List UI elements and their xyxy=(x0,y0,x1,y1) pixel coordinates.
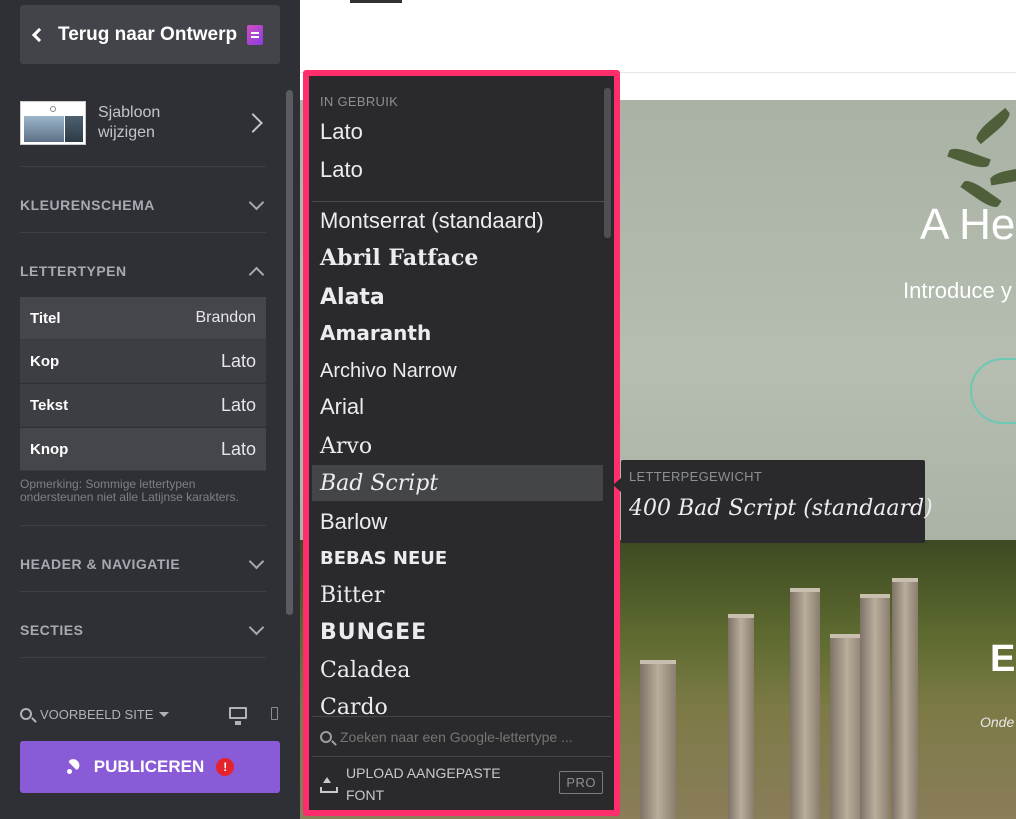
hero-subtitle: Introduce y xyxy=(903,278,1012,303)
font-row-value: Brandon xyxy=(195,309,257,326)
change-template-button[interactable]: Sjabloon wijzigen xyxy=(20,100,266,146)
document-icon xyxy=(247,24,264,45)
section-fonts-label: LETTERTYPEN xyxy=(20,263,127,279)
font-option[interactable]: Bitter xyxy=(312,577,603,613)
section-sections-label: SECTIES xyxy=(20,622,84,638)
font-row-button[interactable]: Knop Lato xyxy=(20,428,266,471)
popup-arrow xyxy=(613,478,621,492)
font-list-scrollbar[interactable] xyxy=(604,88,611,238)
font-search-bar xyxy=(312,716,611,756)
section-fonts[interactable]: LETTERTYPEN xyxy=(20,261,266,282)
font-option[interactable]: Arial xyxy=(312,389,603,425)
font-option[interactable]: Caladea xyxy=(312,652,603,688)
chevron-down-icon xyxy=(248,553,265,569)
alert-icon: ! xyxy=(216,758,235,776)
font-picker-dropdown: IN GEBRUIK Lato Lato Montserrat (standaa… xyxy=(303,70,620,816)
upload-icon xyxy=(320,776,338,793)
font-row-title[interactable]: Titel Brandon xyxy=(20,297,266,340)
sidebar-scrollbar[interactable] xyxy=(286,90,293,615)
divider xyxy=(312,201,611,202)
rocket-icon xyxy=(66,759,82,775)
font-option[interactable]: Archivo Narrow xyxy=(312,353,603,389)
publish-button[interactable]: PUBLICEREN ! xyxy=(20,741,280,793)
font-option[interactable]: Arvo xyxy=(312,428,603,464)
search-icon xyxy=(320,730,332,743)
font-row-value: Lato xyxy=(220,350,256,371)
section-color-scheme[interactable]: KLEURENSCHEMA xyxy=(20,194,266,215)
section-color-scheme-label: KLEURENSCHEMA xyxy=(20,197,155,213)
change-template-label: Sjabloon wijzigen xyxy=(98,104,161,141)
font-row-value: Lato xyxy=(220,438,256,459)
font-search-input[interactable] xyxy=(340,728,600,745)
lake-title: E xyxy=(990,638,1016,680)
chevron-down-icon xyxy=(248,619,265,635)
lake-subtitle: Onde xyxy=(980,714,1015,730)
divider xyxy=(20,232,266,233)
font-option[interactable]: BUNGEE xyxy=(312,614,603,650)
back-to-design-label: Terug naar Ontwerp xyxy=(58,23,238,45)
section-header-navigation[interactable]: HEADER & NAVIGATIE xyxy=(20,553,266,574)
hero-title: A He xyxy=(920,200,1016,249)
section-sections[interactable]: SECTIES xyxy=(20,619,266,640)
fonts-note: Opmerking: Sommige lettertypen ondersteu… xyxy=(20,477,239,504)
upload-custom-font-label: UPLOAD AANGEPASTE FONT xyxy=(346,764,501,803)
font-weight-popup: LETTERPEGEWICHT 400 Bad Script (standaar… xyxy=(621,460,933,543)
font-row-label: Kop xyxy=(30,352,60,370)
divider xyxy=(20,657,266,658)
font-option-in-use[interactable]: Lato xyxy=(312,152,603,188)
chevron-left-icon xyxy=(31,27,47,42)
publish-label: PUBLICEREN xyxy=(93,757,205,776)
font-row-heading[interactable]: Kop Lato xyxy=(20,340,266,383)
divider xyxy=(20,525,266,526)
font-option-selected[interactable]: Bad Script xyxy=(312,465,603,501)
font-list: IN GEBRUIK Lato Lato Montserrat (standaa… xyxy=(312,82,611,810)
mobile-icon[interactable] xyxy=(271,707,278,720)
font-weight-label: LETTERPEGEWICHT xyxy=(629,469,763,484)
upload-custom-font-button[interactable]: UPLOAD AANGEPASTE FONT PRO xyxy=(312,756,611,810)
search-icon xyxy=(20,708,32,720)
chevron-down-icon xyxy=(248,194,265,210)
preview-site-label: VOORBEELD SITE xyxy=(40,706,154,722)
font-option-in-use[interactable]: Lato xyxy=(312,114,603,150)
font-option[interactable]: Barlow xyxy=(312,504,603,540)
desktop-icon[interactable] xyxy=(229,707,247,725)
section-header-navigation-label: HEADER & NAVIGATIE xyxy=(20,556,181,572)
font-option[interactable]: Amaranth xyxy=(312,315,603,351)
pro-badge: PRO xyxy=(559,771,603,794)
caret-down-icon xyxy=(159,711,170,717)
font-weight-option[interactable]: 400 Bad Script (standaard) xyxy=(629,496,933,521)
nav-link-underline xyxy=(350,0,402,3)
font-row-value: Lato xyxy=(220,394,256,415)
template-thumbnail xyxy=(20,101,86,145)
divider xyxy=(20,166,266,167)
font-option[interactable]: Alata xyxy=(312,279,603,315)
editor-sidebar: Terug naar Ontwerp Sjabloon wijzigen KLE… xyxy=(0,0,300,819)
font-option[interactable]: Abril Fatface xyxy=(312,240,603,276)
font-option[interactable]: BEBAS NEUE xyxy=(312,540,603,576)
chevron-up-icon xyxy=(248,266,265,282)
font-row-text[interactable]: Tekst Lato xyxy=(20,384,266,427)
chevron-right-icon xyxy=(243,113,263,133)
back-to-design-button[interactable]: Terug naar Ontwerp xyxy=(20,5,280,64)
divider xyxy=(20,591,266,592)
font-row-label: Tekst xyxy=(30,396,69,414)
in-use-label: IN GEBRUIK xyxy=(320,94,399,109)
font-option[interactable]: Montserrat (standaard) xyxy=(312,203,603,239)
font-row-label: Titel xyxy=(30,309,61,327)
font-row-label: Knop xyxy=(30,440,69,458)
